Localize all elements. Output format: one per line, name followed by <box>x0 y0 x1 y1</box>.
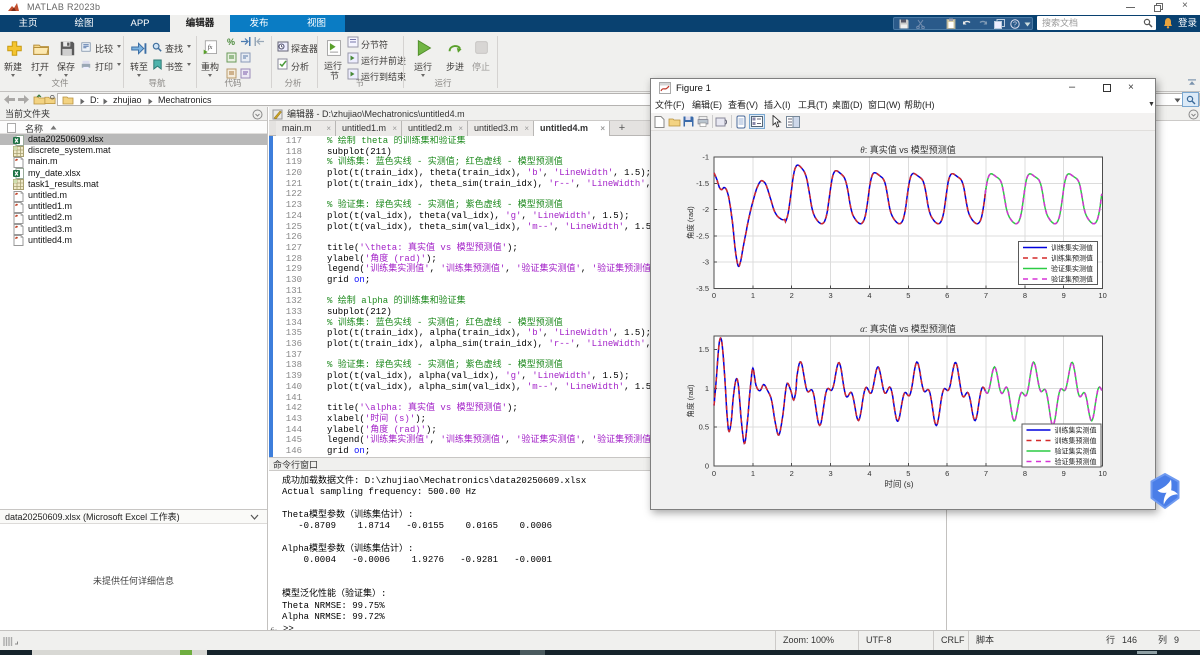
svg-text:fx: fx <box>208 44 213 51</box>
svg-text:-2.5: -2.5 <box>696 231 709 240</box>
svg-text:9: 9 <box>1062 291 1066 300</box>
svg-text:-1.5: -1.5 <box>696 179 709 188</box>
svg-text:-2: -2 <box>702 205 709 214</box>
svg-text:训练集实测值: 训练集实测值 <box>1055 426 1097 435</box>
svg-text:6: 6 <box>945 469 949 478</box>
svg-text:θ: 真实值 vs 模型预测值: θ: 真实值 vs 模型预测值 <box>860 144 955 155</box>
svg-text:验证集实测值: 验证集实测值 <box>1055 447 1097 456</box>
svg-text:2: 2 <box>790 291 794 300</box>
svg-text:10: 10 <box>1098 469 1106 478</box>
svg-text:5: 5 <box>906 291 910 300</box>
svg-text:验证集实测值: 验证集实测值 <box>1051 264 1093 273</box>
svg-text:3: 3 <box>829 291 833 300</box>
svg-text:6: 6 <box>945 291 949 300</box>
svg-text:0: 0 <box>712 469 716 478</box>
svg-text:验证集预测值: 验证集预测值 <box>1051 275 1093 284</box>
svg-text:α: 真实值 vs 模型预测值: α: 真实值 vs 模型预测值 <box>860 323 956 334</box>
svg-text:0.5: 0.5 <box>699 423 709 432</box>
svg-text:8: 8 <box>1023 291 1027 300</box>
svg-text:训练集实测值: 训练集实测值 <box>1051 243 1093 252</box>
svg-text:角度 (rad): 角度 (rad) <box>685 206 695 239</box>
svg-text:-3.5: -3.5 <box>696 284 709 293</box>
svg-text:4: 4 <box>867 469 871 478</box>
svg-text:0: 0 <box>712 291 716 300</box>
svg-text:训练集预测值: 训练集预测值 <box>1051 254 1093 263</box>
svg-text:1: 1 <box>751 291 755 300</box>
svg-text:10: 10 <box>1098 291 1106 300</box>
svg-text:3: 3 <box>829 469 833 478</box>
svg-text:?: ? <box>1013 22 1017 29</box>
svg-text:0: 0 <box>705 462 709 471</box>
svg-text:8: 8 <box>1023 469 1027 478</box>
svg-text:1.5: 1.5 <box>699 345 709 354</box>
svg-text:-3: -3 <box>702 258 709 267</box>
svg-text:1: 1 <box>751 469 755 478</box>
svg-text:训练集预测值: 训练集预测值 <box>1055 436 1097 445</box>
svg-text:9: 9 <box>1062 469 1066 478</box>
svg-text:验证集预测值: 验证集预测值 <box>1055 457 1097 466</box>
svg-text:7: 7 <box>984 291 988 300</box>
svg-text:角度 (rad): 角度 (rad) <box>685 384 695 417</box>
svg-text:7: 7 <box>984 469 988 478</box>
svg-text:-1: -1 <box>702 153 709 162</box>
svg-text:1: 1 <box>705 384 709 393</box>
svg-text:时间 (s): 时间 (s) <box>884 479 913 489</box>
svg-text:2: 2 <box>790 469 794 478</box>
svg-text:4: 4 <box>867 291 871 300</box>
svg-text:5: 5 <box>906 469 910 478</box>
